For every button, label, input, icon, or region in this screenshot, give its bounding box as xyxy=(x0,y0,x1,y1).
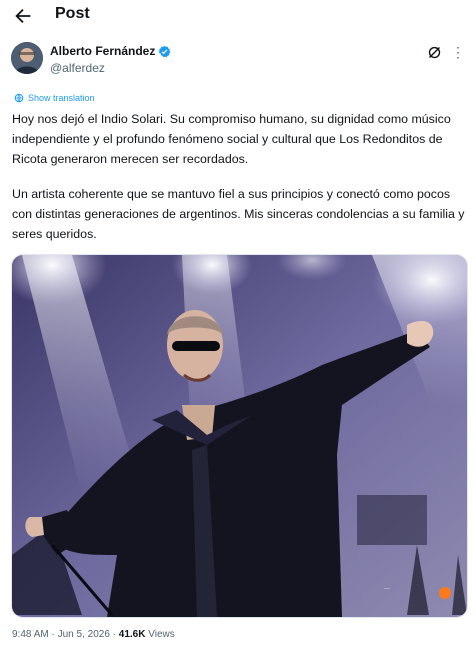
views-label: Views xyxy=(148,629,175,640)
show-translation-label[interactable]: Show translation xyxy=(28,93,95,103)
post-date[interactable]: Jun 5, 2026 xyxy=(58,629,110,640)
author-handle[interactable]: @alferdez xyxy=(50,61,105,75)
svg-text:—: — xyxy=(384,586,390,592)
meta-separator: · xyxy=(51,629,55,640)
post-time[interactable]: 9:48 AM xyxy=(12,629,49,640)
post-text-paragraph-2: Un artista coherente que se mantuvo fiel… xyxy=(12,187,465,241)
meta-separator-2: · xyxy=(112,629,116,640)
show-translation-link[interactable]: Show translation xyxy=(14,93,95,103)
post-text-paragraph-1: Hoy nos dejó el Indio Solari. Su comprom… xyxy=(12,112,451,166)
page-title: Post xyxy=(55,5,90,22)
back-arrow-icon[interactable] xyxy=(12,5,34,27)
more-icon[interactable]: ⋮ xyxy=(451,44,465,61)
author-name-row: Alberto Fernández xyxy=(50,44,171,58)
verified-badge-icon xyxy=(158,45,171,57)
top-bar: Post xyxy=(0,0,476,32)
views-count: 41.6K xyxy=(118,629,146,640)
author-name[interactable]: Alberto Fernández xyxy=(50,44,155,58)
grok-icon[interactable] xyxy=(427,45,442,60)
post-meta: 9:48 AM · Jun 5, 2026 · 41.6K Views xyxy=(12,629,175,640)
post-image[interactable]: — xyxy=(11,254,468,618)
globe-icon xyxy=(14,93,24,103)
avatar[interactable] xyxy=(11,42,43,74)
